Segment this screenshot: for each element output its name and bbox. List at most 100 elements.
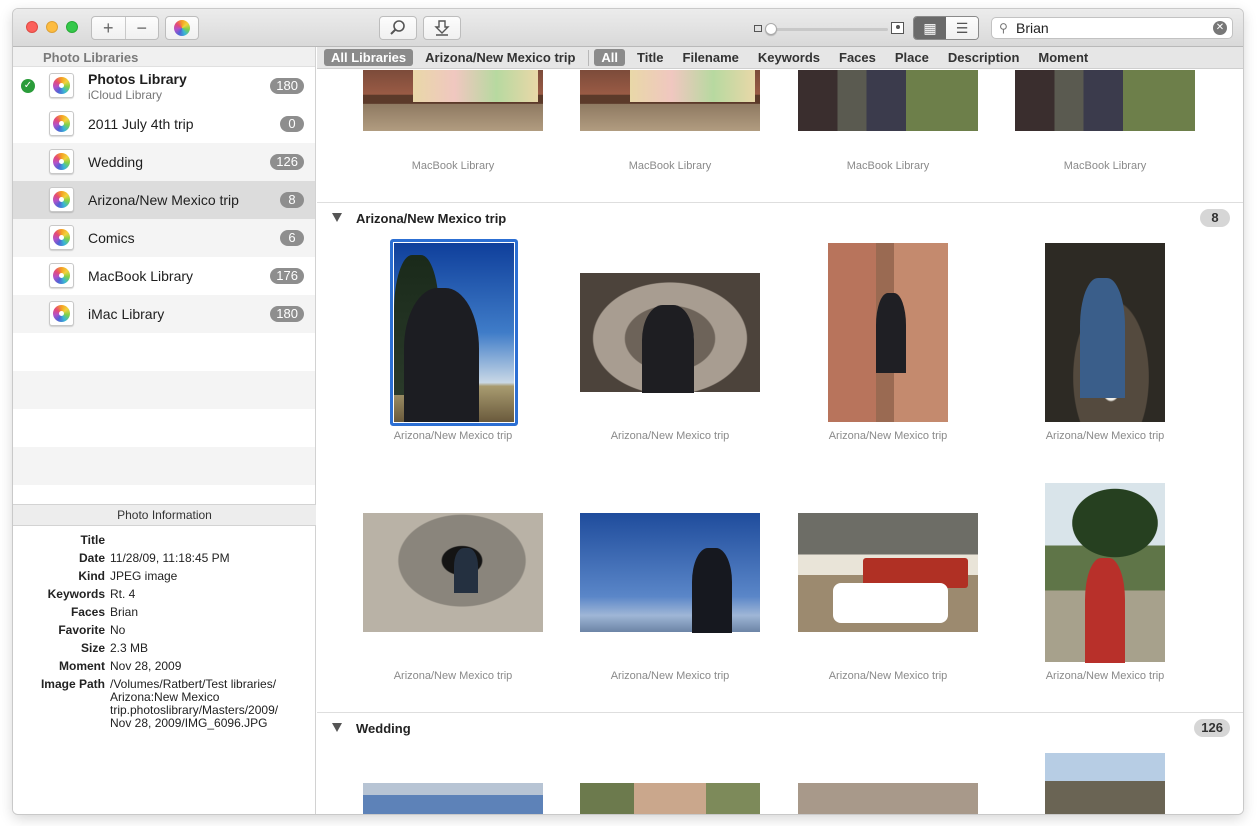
info-value: 11/28/09, 11:18:45 PM	[110, 551, 230, 565]
section-header-wedding[interactable]: Wedding 126	[317, 712, 1243, 742]
photo-thumbnail[interactable]	[1015, 70, 1195, 131]
filter-moment[interactable]: Moment	[1031, 49, 1095, 66]
section-title: Arizona/New Mexico trip	[356, 211, 507, 226]
close-window-button[interactable]	[26, 21, 38, 33]
zoom-window-button[interactable]	[66, 21, 78, 33]
photo-thumbnail[interactable]	[828, 243, 948, 422]
library-count-badge: 0	[280, 116, 304, 132]
photo-thumbnail[interactable]	[363, 70, 543, 131]
photo-caption: Arizona/New Mexico trip	[393, 670, 513, 682]
photo-information-table: Title Date 11/28/09, 11:18:45 PM Kind JPEG…	[13, 534, 316, 735]
photo-thumbnail[interactable]	[580, 513, 760, 633]
disclosure-triangle-icon[interactable]	[332, 213, 342, 222]
thumbnail-size-slider[interactable]	[754, 22, 904, 35]
filter-faces[interactable]: Faces	[832, 49, 883, 66]
app-window: + − ▦ ☰ ⚲ ✕ Photo Libraries	[13, 9, 1243, 814]
library-name: Comics	[88, 230, 135, 246]
filter-divider	[588, 49, 590, 66]
info-key: Faces	[70, 605, 105, 619]
info-key: Moment	[59, 659, 105, 673]
photo-thumbnail[interactable]	[363, 783, 543, 814]
info-value: JPEG image	[110, 569, 178, 583]
add-remove-segment: + −	[91, 16, 159, 40]
info-value: Rt. 4	[110, 587, 136, 601]
inspect-button[interactable]	[379, 16, 417, 40]
photo-caption: Arizona/New Mexico trip	[1045, 670, 1165, 682]
slider-knob[interactable]	[765, 23, 777, 35]
search-field[interactable]: ⚲ ✕	[991, 17, 1233, 39]
photo-thumbnail-selected[interactable]	[394, 243, 514, 422]
info-value	[110, 534, 290, 547]
info-row-faces: Faces Brian	[13, 606, 316, 619]
info-key: Title	[80, 533, 105, 547]
photo-caption: Arizona/New Mexico trip	[828, 670, 948, 682]
library-list: ✓ Photos Library iCloud Library 180 2011…	[13, 67, 315, 485]
info-row-image-path: Image Path/Volumes/Ratbert/Test librarie…	[13, 678, 316, 730]
photo-thumbnail[interactable]	[580, 70, 760, 131]
library-name: iMac Library	[88, 306, 165, 322]
info-row-keywords: Keywords Rt. 4	[13, 588, 316, 601]
library-row-arizona[interactable]: Arizona/New Mexico trip 8	[13, 181, 315, 219]
library-row-wedding[interactable]: Wedding 126	[13, 143, 315, 181]
open-photos-button[interactable]	[165, 16, 199, 40]
photo-library-icon	[49, 225, 74, 250]
info-key: Kind	[78, 569, 105, 583]
photo-thumbnail[interactable]	[580, 273, 760, 393]
photo-thumbnail[interactable]	[1045, 243, 1165, 422]
library-row-july-4th[interactable]: 2011 July 4th trip 0	[13, 105, 315, 143]
photo-thumbnail[interactable]	[363, 513, 543, 632]
grid-view-button[interactable]: ▦	[914, 17, 946, 39]
photo-thumbnail[interactable]	[1045, 483, 1165, 663]
add-library-button[interactable]: +	[92, 17, 125, 39]
empty-row	[13, 447, 315, 485]
disclosure-triangle-icon[interactable]	[332, 723, 342, 732]
photo-thumbnail[interactable]	[580, 783, 760, 814]
filter-place[interactable]: Place	[888, 49, 936, 66]
library-count-badge: 180	[270, 78, 304, 94]
filter-title[interactable]: Title	[630, 49, 671, 66]
search-input[interactable]	[1016, 20, 1206, 36]
photo-caption: Arizona/New Mexico trip	[828, 430, 948, 442]
photo-information-header: Photo Information	[13, 504, 316, 526]
library-row-macbook[interactable]: MacBook Library 176	[13, 257, 315, 295]
photo-library-icon	[49, 111, 74, 136]
import-button[interactable]	[423, 16, 461, 40]
library-row-photos-library[interactable]: ✓ Photos Library iCloud Library 180	[13, 67, 315, 105]
library-row-imac[interactable]: iMac Library 180	[13, 295, 315, 333]
library-count-badge: 180	[270, 306, 304, 322]
library-count-badge: 176	[270, 268, 304, 284]
photo-thumbnail[interactable]	[1045, 753, 1165, 814]
info-value: Nov 28, 2009	[110, 659, 182, 673]
list-view-button[interactable]: ☰	[946, 17, 978, 39]
empty-row	[13, 409, 315, 447]
clear-search-icon[interactable]: ✕	[1213, 21, 1227, 35]
sidebar-header: Photo Libraries	[13, 47, 315, 67]
photo-library-icon	[49, 301, 74, 326]
photo-thumbnail[interactable]	[798, 783, 978, 814]
library-count-badge: 6	[280, 230, 304, 246]
photo-caption: MacBook Library	[628, 160, 712, 172]
filter-all[interactable]: All	[594, 49, 626, 66]
small-thumbnail-icon	[754, 25, 762, 32]
library-count-badge: 8	[280, 192, 304, 208]
section-count-badge: 126	[1194, 719, 1230, 737]
search-icon: ⚲	[999, 21, 1008, 35]
info-row-title: Title	[13, 534, 316, 547]
photo-thumbnail[interactable]	[798, 513, 978, 632]
photo-caption: Arizona/New Mexico trip	[1045, 430, 1165, 442]
filter-filename[interactable]: Filename	[676, 49, 746, 66]
section-count-badge: 8	[1200, 209, 1230, 227]
info-value: Brian	[110, 605, 139, 619]
filter-keywords[interactable]: Keywords	[751, 49, 827, 66]
section-title: Wedding	[356, 721, 411, 736]
photo-thumbnail[interactable]	[798, 70, 978, 131]
library-row-comics[interactable]: Comics 6	[13, 219, 315, 257]
minimize-window-button[interactable]	[46, 21, 58, 33]
remove-library-button[interactable]: −	[124, 17, 159, 39]
scope-all-libraries[interactable]: All Libraries	[324, 49, 414, 66]
scope-current-library[interactable]: Arizona/New Mexico trip	[418, 49, 582, 66]
filter-description[interactable]: Description	[941, 49, 1027, 66]
section-header-arizona[interactable]: Arizona/New Mexico trip 8	[317, 202, 1243, 232]
photo-caption: MacBook Library	[846, 160, 930, 172]
photo-caption: Arizona/New Mexico trip	[393, 430, 513, 442]
